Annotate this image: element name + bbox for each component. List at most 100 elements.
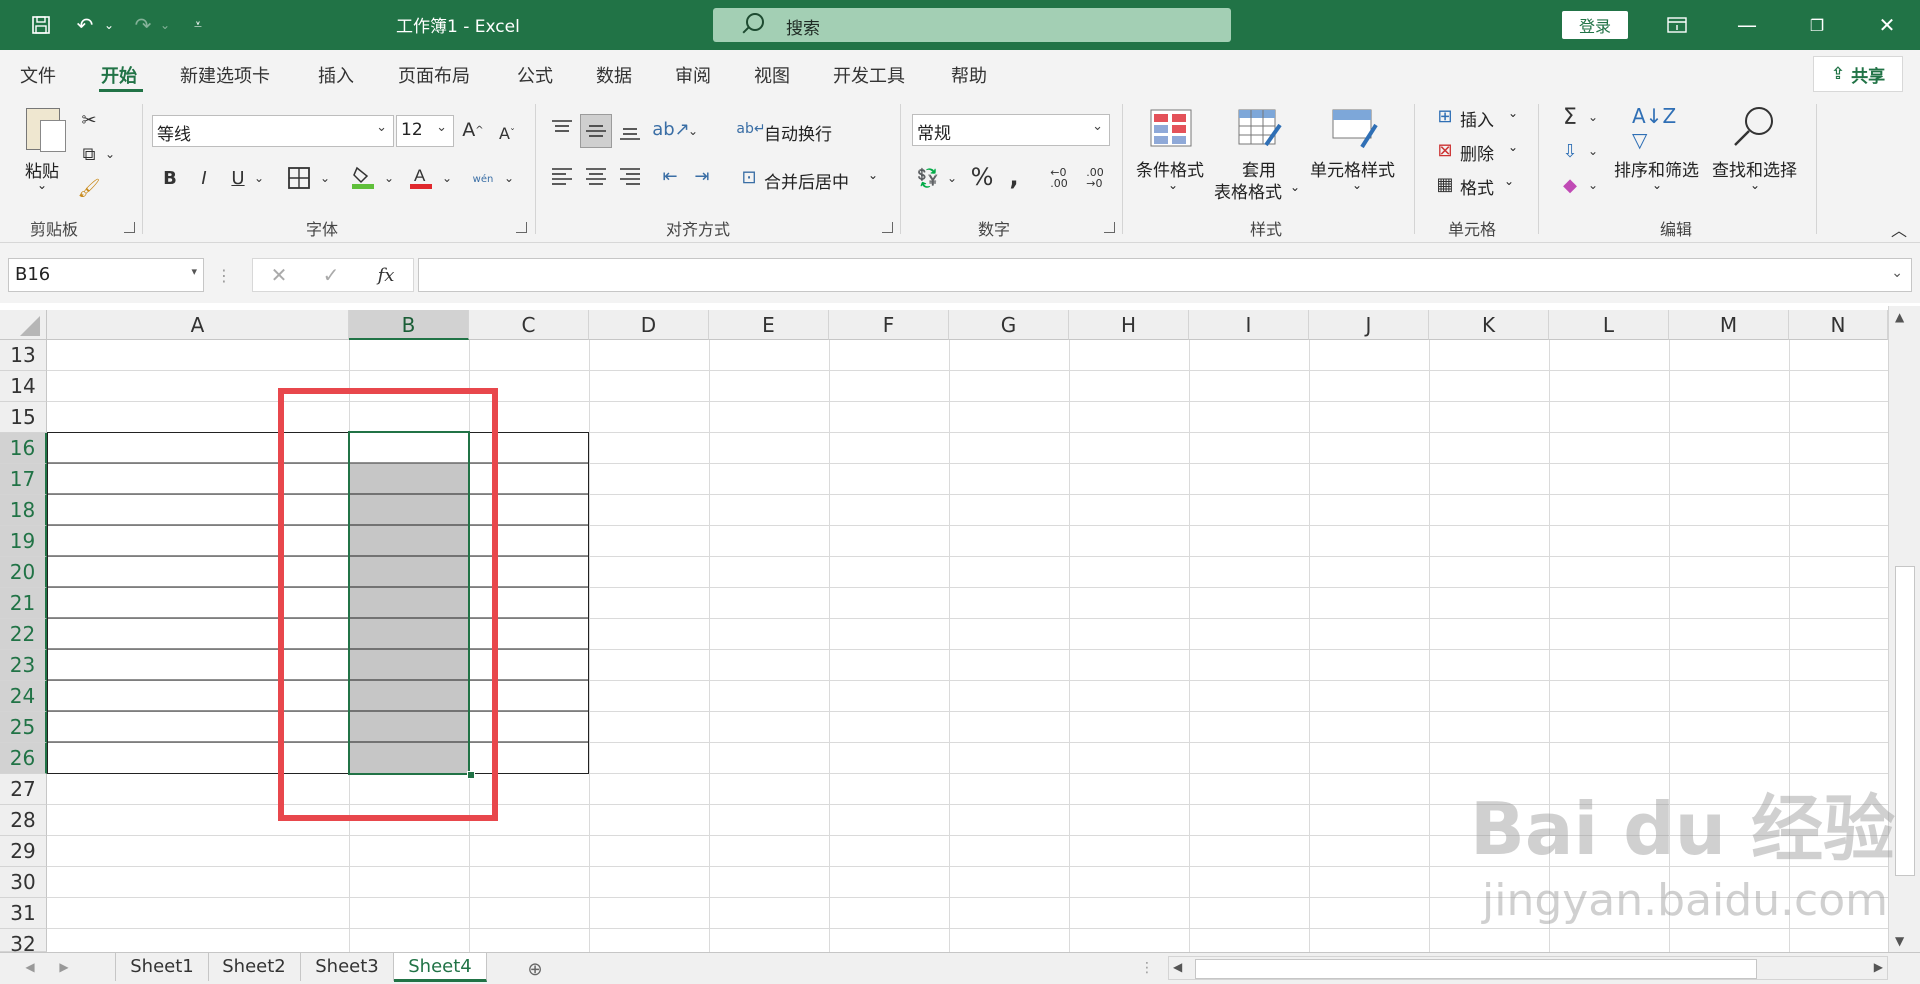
tab-home[interactable]: 开始 <box>101 62 137 88</box>
font-color-icon[interactable]: A <box>408 162 434 192</box>
delete-cells-icon[interactable]: ⊠ <box>1432 138 1458 162</box>
sheet-tab-1[interactable]: Sheet1 <box>115 953 209 981</box>
cut-icon[interactable]: ✂ <box>77 108 101 132</box>
fill-dropdown-icon[interactable]: ⌄ <box>382 164 396 192</box>
next-sheet-icon[interactable]: ▶ <box>56 956 72 978</box>
sheet-tab-4[interactable]: Sheet4 <box>394 953 487 982</box>
row-header-26[interactable]: 26 <box>0 743 47 774</box>
clipboard-launcher-icon[interactable] <box>124 222 135 233</box>
number-format-combo[interactable]: 常规 ⌄ <box>912 114 1110 146</box>
copy-icon[interactable]: ⧉ <box>77 142 101 166</box>
column-header-m[interactable]: M <box>1669 310 1789 340</box>
prev-sheet-icon[interactable]: ◀ <box>22 956 38 978</box>
row-header-24[interactable]: 24 <box>0 681 47 712</box>
tab-developer[interactable]: 开发工具 <box>833 62 905 88</box>
underline-dropdown-icon[interactable]: ⌄ <box>252 164 266 192</box>
decrease-decimal-icon[interactable]: .00 →0 <box>1080 164 1110 192</box>
sheet-tab-3[interactable]: Sheet3 <box>301 953 394 981</box>
align-center-icon[interactable] <box>582 162 610 190</box>
wrap-text-button[interactable]: 自动换行 <box>764 120 832 145</box>
fill-color-icon[interactable] <box>350 162 376 192</box>
tab-help[interactable]: 帮助 <box>951 62 987 88</box>
scroll-left-icon[interactable]: ◀ <box>1173 960 1182 974</box>
row-header-31[interactable]: 31 <box>0 898 47 929</box>
row-header-23[interactable]: 23 <box>0 650 47 681</box>
row-header-13[interactable]: 13 <box>0 340 47 371</box>
tab-splitter-icon[interactable]: ⋮ <box>1140 956 1154 980</box>
minimize-icon[interactable]: — <box>1727 10 1767 40</box>
insert-cells-icon[interactable]: ⊞ <box>1432 104 1458 128</box>
formula-input[interactable]: ⌄ <box>418 258 1912 292</box>
fill-icon[interactable]: ⇩ <box>1558 138 1582 164</box>
collapse-ribbon-icon[interactable]: ︿ <box>1888 220 1910 240</box>
row-header-22[interactable]: 22 <box>0 619 47 650</box>
row-header-17[interactable]: 17 <box>0 464 47 495</box>
scroll-right-icon[interactable]: ▶ <box>1874 960 1883 974</box>
column-header-f[interactable]: F <box>829 310 949 340</box>
cell-styles-dropdown-icon[interactable]: ⌄ <box>1352 178 1362 192</box>
scroll-up-icon[interactable]: ▲ <box>1895 310 1904 324</box>
paste-dropdown-icon[interactable]: ⌄ <box>37 178 47 192</box>
delete-cells-button[interactable]: 删除 <box>1460 140 1494 165</box>
font-launcher-icon[interactable] <box>516 222 527 233</box>
insert-dropdown-icon[interactable]: ⌄ <box>1508 106 1518 120</box>
column-header-g[interactable]: G <box>949 310 1069 340</box>
horizontal-scrollbar[interactable]: ◀ ▶ <box>1168 956 1888 980</box>
insert-cells-button[interactable]: 插入 <box>1460 106 1494 131</box>
undo-dropdown-icon[interactable]: ⌄ <box>102 10 116 40</box>
borders-dropdown-icon[interactable]: ⌄ <box>318 164 332 192</box>
row-header-21[interactable]: 21 <box>0 588 47 619</box>
format-painter-icon[interactable]: 🖌 <box>77 176 101 200</box>
phonetic-dropdown-icon[interactable]: ⌄ <box>502 164 516 192</box>
clear-dropdown-icon[interactable]: ⌄ <box>1586 172 1600 198</box>
accounting-dropdown-icon[interactable]: ⌄ <box>946 164 958 192</box>
column-header-k[interactable]: K <box>1429 310 1549 340</box>
increase-decimal-icon[interactable]: ←0.00 <box>1044 164 1074 192</box>
row-header-16[interactable]: 16 <box>0 433 47 464</box>
column-header-d[interactable]: D <box>589 310 709 340</box>
row-header-14[interactable]: 14 <box>0 371 47 402</box>
format-cells-button[interactable]: 格式 <box>1460 174 1494 199</box>
scroll-thumb[interactable] <box>1895 566 1915 876</box>
orientation-dropdown-icon[interactable]: ⌄ <box>686 118 700 144</box>
increase-indent-icon[interactable]: ⇥ <box>688 162 716 190</box>
decrease-font-icon[interactable]: Aˇ <box>494 118 520 148</box>
merge-center-icon[interactable]: ⊡ <box>736 164 762 190</box>
row-header-18[interactable]: 18 <box>0 495 47 526</box>
restore-icon[interactable]: ❐ <box>1797 10 1837 40</box>
row-header-27[interactable]: 27 <box>0 774 47 805</box>
cell-styles-icon[interactable] <box>1332 108 1378 150</box>
merge-center-button[interactable]: 合并后居中 <box>764 168 849 193</box>
column-header-a[interactable]: A <box>47 310 349 340</box>
bold-button[interactable]: B <box>160 164 180 192</box>
conditional-format-icon[interactable] <box>1150 108 1192 150</box>
align-bottom-icon[interactable] <box>616 118 644 146</box>
tab-data[interactable]: 数据 <box>596 62 632 88</box>
font-color-dropdown-icon[interactable]: ⌄ <box>440 164 454 192</box>
row-header-19[interactable]: 19 <box>0 526 47 557</box>
sheet-tab-2[interactable]: Sheet2 <box>208 953 301 981</box>
cancel-icon[interactable]: ✕ <box>266 262 292 288</box>
sort-dropdown-icon[interactable]: ⌄ <box>1652 178 1662 192</box>
column-header-b[interactable]: B <box>349 310 469 340</box>
align-top-icon[interactable] <box>548 114 576 142</box>
accounting-format-icon[interactable]: 💱 <box>914 164 942 192</box>
font-name-combo[interactable]: 等线 ⌄ <box>152 115 394 147</box>
tab-file[interactable]: 文件 <box>20 62 56 88</box>
undo-icon[interactable]: ↶ <box>70 10 100 40</box>
fill-dropdown-icon[interactable]: ⌄ <box>1586 138 1600 164</box>
column-header-h[interactable]: H <box>1069 310 1189 340</box>
autosum-icon[interactable]: Σ <box>1558 104 1582 130</box>
row-header-15[interactable]: 15 <box>0 402 47 433</box>
tab-formulas[interactable]: 公式 <box>517 62 553 88</box>
name-box[interactable]: B16 ▾ <box>8 258 204 292</box>
customize-toolbar-icon[interactable]: ⩡ <box>186 10 210 40</box>
login-button[interactable]: 登录 <box>1562 11 1628 39</box>
alignment-launcher-icon[interactable] <box>882 222 893 233</box>
formula-bar-resize-icon[interactable]: ⋮ <box>216 262 232 288</box>
chevron-down-icon[interactable]: ▾ <box>191 265 197 278</box>
autosum-dropdown-icon[interactable]: ⌄ <box>1586 104 1600 130</box>
scroll-down-icon[interactable]: ▼ <box>1895 934 1904 948</box>
column-header-c[interactable]: C <box>469 310 589 340</box>
add-sheet-icon[interactable]: ⊕ <box>522 956 548 982</box>
